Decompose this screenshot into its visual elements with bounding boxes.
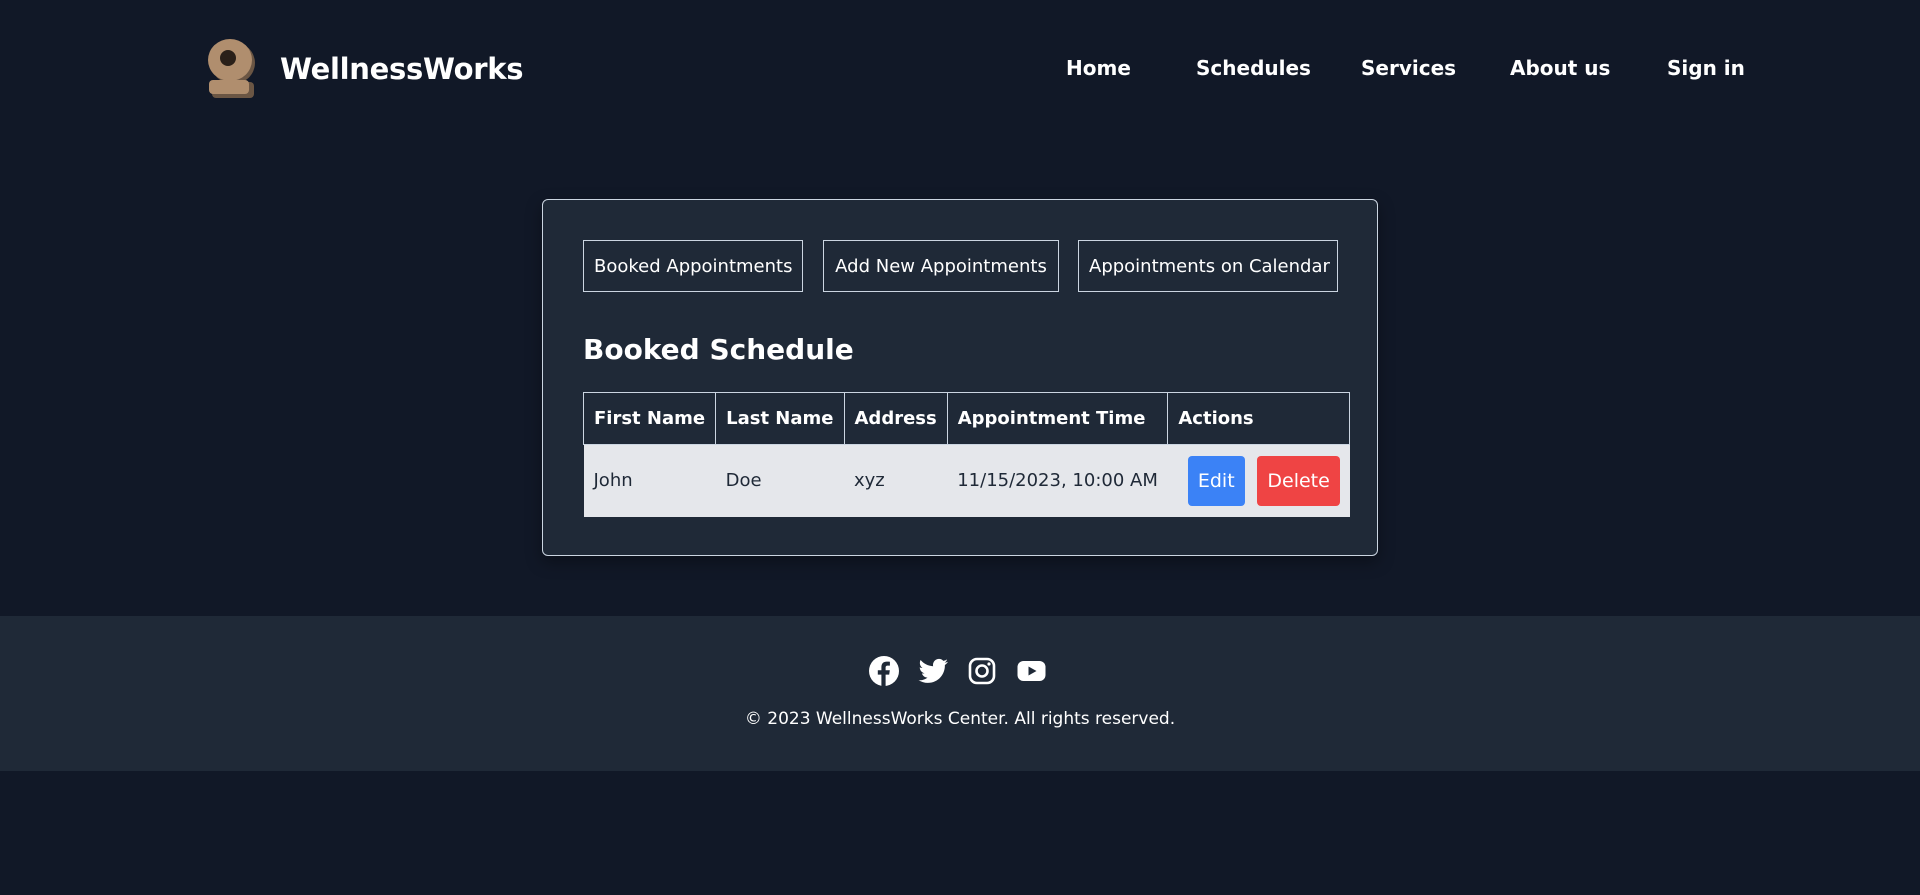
site-header: WellnessWorks Home Schedules Services Ab…	[0, 0, 1920, 140]
cell-actions: Edit Delete	[1167, 444, 1350, 517]
tab-booked-appointments[interactable]: Booked Appointments	[583, 240, 803, 292]
schedule-table: First Name Last Name Address Appointment…	[582, 392, 1351, 517]
section-title: Booked Schedule	[583, 333, 854, 366]
delete-button[interactable]: Delete	[1257, 455, 1340, 506]
nav-sign-in[interactable]: Sign in	[1667, 56, 1745, 80]
meditation-figure-icon	[208, 39, 255, 98]
twitter-icon[interactable]	[918, 656, 949, 686]
header-actions: Actions	[1167, 392, 1351, 445]
copyright-text: © 2023 WellnessWorks Center. All rights …	[744, 709, 1176, 729]
nav-services[interactable]: Services	[1361, 56, 1456, 80]
social-links	[869, 656, 1047, 686]
nav-schedules[interactable]: Schedules	[1196, 56, 1311, 80]
instagram-icon[interactable]	[967, 656, 998, 686]
nav-home[interactable]: Home	[1066, 56, 1131, 80]
header-appointment-time: Appointment Time	[946, 392, 1169, 445]
cell-first-name: John	[583, 444, 716, 517]
tab-appointments-on-calendar[interactable]: Appointments on Calendar	[1078, 240, 1338, 292]
table-header-row: First Name Last Name Address Appointment…	[582, 392, 1351, 445]
youtube-icon[interactable]	[1016, 656, 1047, 686]
table-row: John Doe xyz 11/15/2023, 10:00 AM Edit D…	[583, 444, 1350, 517]
cell-last-name: Doe	[715, 444, 844, 517]
facebook-icon[interactable]	[869, 656, 900, 686]
header-last-name: Last Name	[715, 392, 845, 445]
brand-name: WellnessWorks	[280, 52, 524, 86]
brand[interactable]: WellnessWorks	[205, 36, 523, 102]
header-first-name: First Name	[582, 392, 717, 445]
appointments-card: Booked Appointments Add New Appointments…	[542, 199, 1378, 556]
cell-address: xyz	[844, 444, 948, 517]
cell-appointment-time: 11/15/2023, 10:00 AM	[947, 444, 1168, 517]
site-footer: © 2023 WellnessWorks Center. All rights …	[0, 616, 1920, 771]
nav-about-us[interactable]: About us	[1510, 56, 1610, 80]
tab-add-new-appointments[interactable]: Add New Appointments	[823, 240, 1059, 292]
header-address: Address	[843, 392, 948, 445]
edit-button[interactable]: Edit	[1187, 455, 1245, 506]
